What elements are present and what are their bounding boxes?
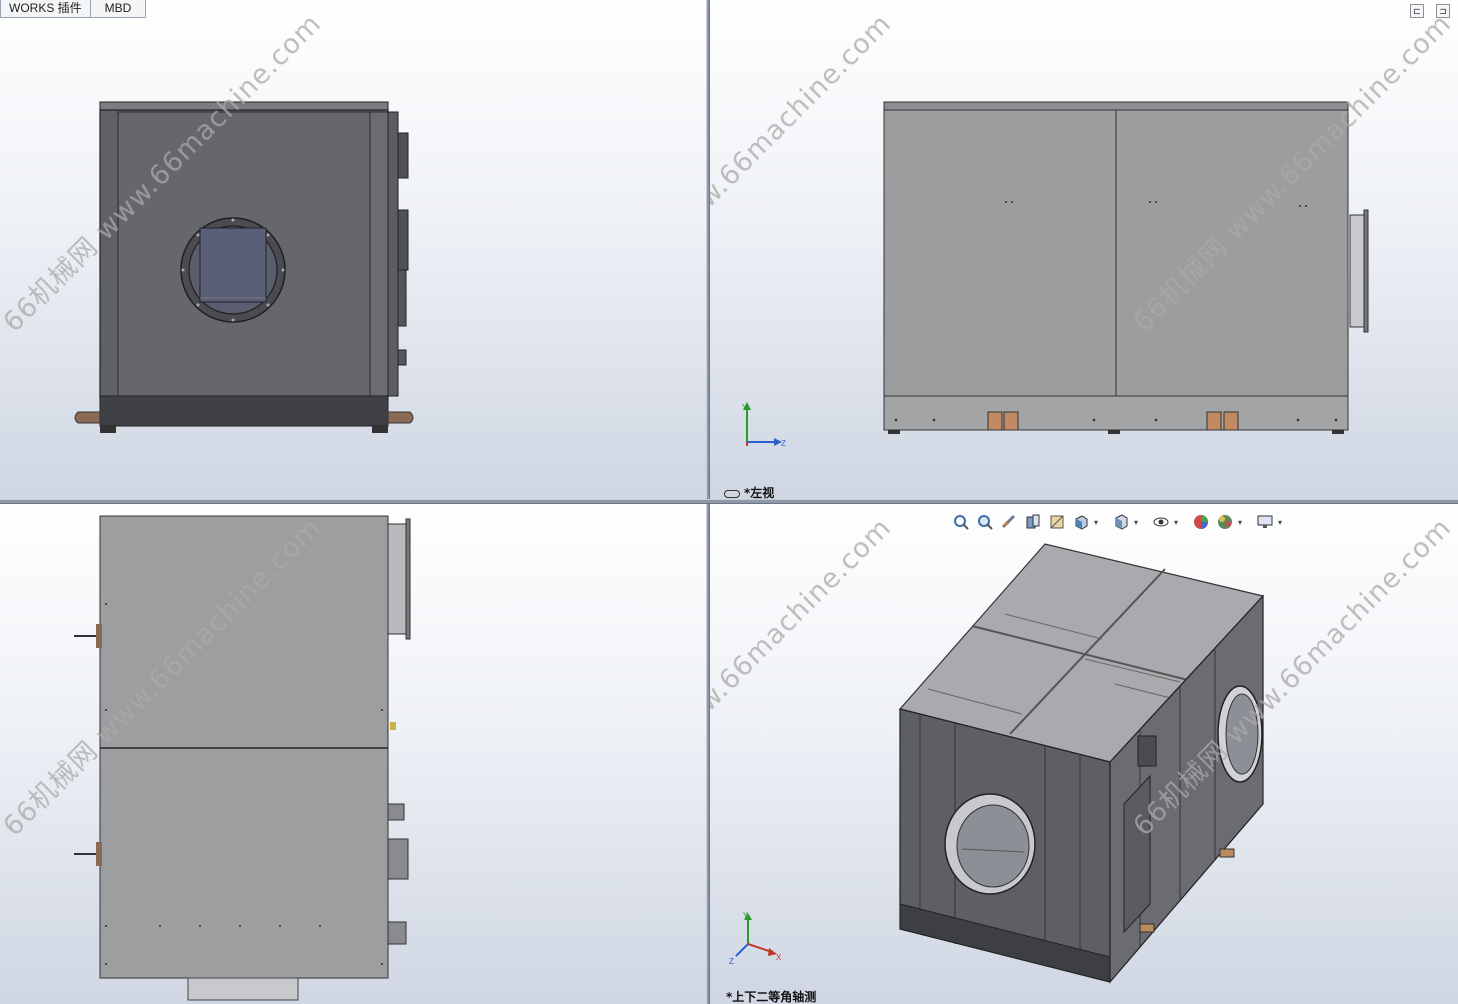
restore-view-icon[interactable]: ⊏ bbox=[1410, 4, 1424, 18]
viewport-window-buttons: ⊏ ⊐ bbox=[1410, 4, 1450, 18]
heads-up-view-toolbar: ▾ ▾ ▾ ▾ ▾ bbox=[950, 512, 1292, 532]
triad-z-label: Z bbox=[781, 439, 786, 448]
coordinate-triad: Y X Z bbox=[729, 911, 782, 966]
link-icon bbox=[724, 489, 740, 498]
triad-x-label: X bbox=[776, 953, 782, 962]
view-name-label: *左视 bbox=[724, 484, 774, 499]
triad-z-label: Z bbox=[729, 957, 734, 966]
zoom-to-area-icon[interactable] bbox=[974, 512, 996, 532]
viewport-isometric[interactable]: ▾ ▾ ▾ ▾ ▾ Y X Z *上下二等角轴测 www.66machine.c… bbox=[710, 504, 1458, 1004]
view-settings-icon[interactable] bbox=[1254, 512, 1276, 532]
view-name-label: *上下二等角轴测 bbox=[726, 990, 817, 1004]
triad-y-label: Y bbox=[743, 911, 749, 920]
previous-view-icon[interactable] bbox=[998, 512, 1020, 532]
chevron-down-icon[interactable]: ▾ bbox=[1134, 518, 1142, 527]
command-manager-tabs: WORKS 插件 MBD bbox=[0, 0, 147, 18]
triad-y-label: Y bbox=[742, 403, 748, 412]
maximize-view-icon[interactable]: ⊐ bbox=[1436, 4, 1450, 18]
isometric-view-model[interactable] bbox=[710, 504, 1458, 1004]
front-view-model[interactable] bbox=[0, 0, 706, 499]
chevron-down-icon[interactable]: ▾ bbox=[1278, 518, 1286, 527]
section-view-icon[interactable] bbox=[1022, 512, 1044, 532]
apply-scene-icon[interactable] bbox=[1214, 512, 1236, 532]
tab-works-plugins[interactable]: WORKS 插件 bbox=[0, 0, 91, 18]
view-orientation-icon[interactable] bbox=[1070, 512, 1092, 532]
hide-show-items-icon[interactable] bbox=[1150, 512, 1172, 532]
top-view-model[interactable] bbox=[0, 504, 706, 1004]
dynamic-annotation-icon[interactable] bbox=[1046, 512, 1068, 532]
chevron-down-icon[interactable]: ▾ bbox=[1094, 518, 1102, 527]
viewport-top[interactable]: 66机械网 www.66machine.com bbox=[0, 504, 706, 1004]
tab-mbd[interactable]: MBD bbox=[90, 0, 147, 18]
chevron-down-icon[interactable]: ▾ bbox=[1238, 518, 1246, 527]
viewport-front[interactable]: 66机械网 www.66machine.com bbox=[0, 0, 706, 499]
left-view-model[interactable] bbox=[710, 0, 1458, 499]
display-style-icon[interactable] bbox=[1110, 512, 1132, 532]
chevron-down-icon[interactable]: ▾ bbox=[1174, 518, 1182, 527]
viewport-left[interactable]: ⊏ ⊐ Y Z *左视 www.66machine.com 66机械网 www.… bbox=[710, 0, 1458, 499]
coordinate-triad: Y Z bbox=[742, 402, 786, 448]
edit-appearance-icon[interactable] bbox=[1190, 512, 1212, 532]
zoom-to-fit-icon[interactable] bbox=[950, 512, 972, 532]
